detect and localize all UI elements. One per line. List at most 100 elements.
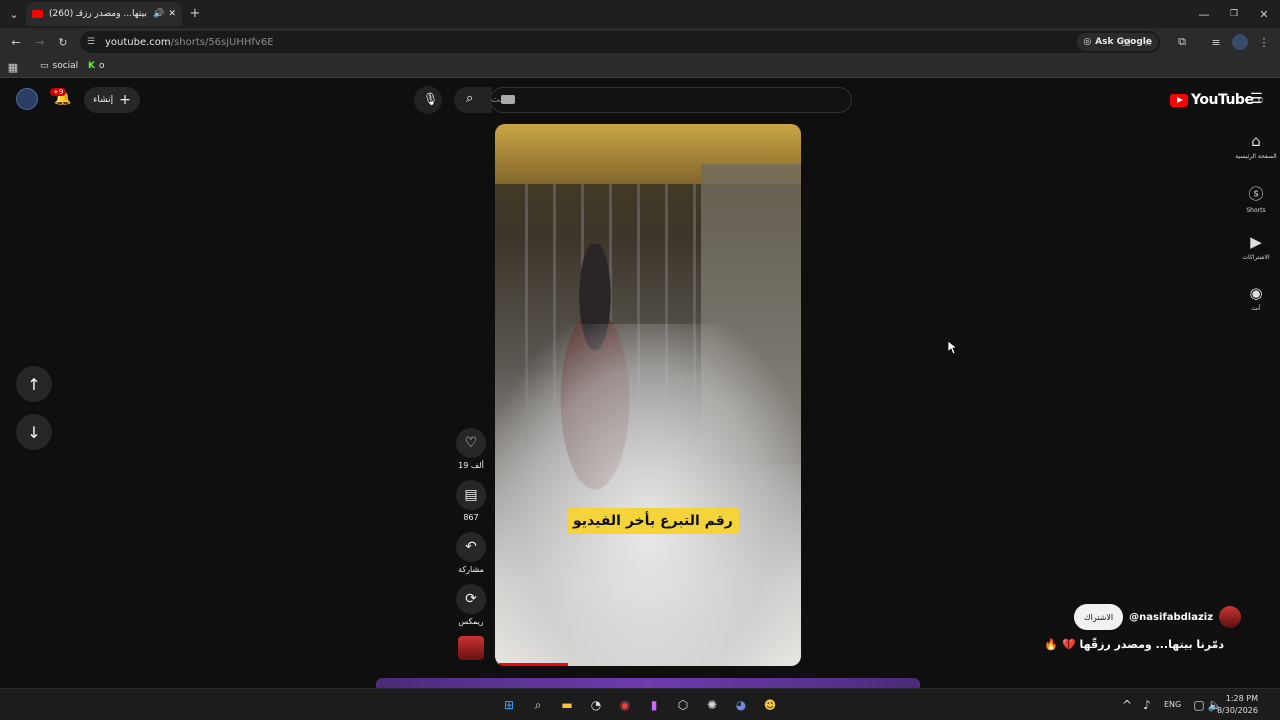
search-icon: ⌕ (466, 91, 474, 106)
next-short-button[interactable]: ↓ (16, 414, 52, 450)
clock-app-icon[interactable]: ◔ (587, 696, 605, 714)
microphone-icon: 🎙 (423, 92, 439, 106)
reload-icon[interactable]: ↻ (55, 34, 71, 50)
sound-avatar[interactable] (458, 636, 484, 660)
short-video-player[interactable]: رقم التبرع بأخر الفيديو (495, 124, 801, 666)
remix-label: ريمكس (458, 617, 484, 626)
chatgpt-icon[interactable]: ✺ (703, 696, 721, 714)
windows-taskbar: ⊞ ⌕ ▬ ◔ ◉ ▮ ⬡ ✺ ◕ ☻ ^ ♪ ENG ▢ 🔈 1:28 PM … (0, 688, 1280, 720)
folder-icon: ▭ (40, 61, 49, 71)
video-caption: رقم التبرع بأخر الفيديو (567, 508, 739, 534)
language-indicator[interactable]: ENG (1164, 700, 1181, 709)
tray-mic-icon[interactable]: ♪ (1138, 696, 1156, 714)
kick-icon: K (88, 61, 95, 71)
browser-menu-icon[interactable]: ⋮ (1258, 34, 1270, 50)
tab-close-icon[interactable]: ✕ (168, 9, 176, 19)
windows-start-icon[interactable]: ⊞ (500, 696, 518, 714)
media-control-icon[interactable]: ≡ (1208, 34, 1224, 50)
close-window-icon[interactable]: ✕ (1256, 6, 1272, 22)
bookmark-star-icon[interactable]: ☆ (1140, 34, 1156, 50)
minimize-icon[interactable]: — (1196, 6, 1212, 22)
tray-chevron-icon[interactable]: ^ (1118, 696, 1136, 714)
channel-handle[interactable]: @nasifabdlaziz (1129, 612, 1213, 623)
arrow-down-icon: ↓ (27, 422, 41, 442)
taskbar-clock[interactable]: 1:28 PM 8/30/2026 (1217, 693, 1258, 717)
bottom-overlay-bar (376, 678, 920, 688)
media-app-icon[interactable]: ▮ (645, 696, 663, 714)
voice-search-button[interactable]: 🎙 (414, 86, 442, 114)
tab-title: (260) دمّرنا بيتها... ومصدر رزقـ (49, 9, 149, 19)
site-info-icon[interactable]: ☰ (87, 37, 95, 47)
forward-icon[interactable]: → (32, 34, 48, 50)
speaker-icon: 🔊 (153, 9, 165, 19)
search-input[interactable]: بحث (490, 87, 852, 113)
browser-toolbar: ← → ↻ ☰ youtube.com/shorts/56sjUHHfv6E ◎… (0, 28, 1280, 56)
comment-count: 867 (463, 513, 479, 522)
address-bar[interactable]: ☰ youtube.com/shorts/56sjUHHfv6E (80, 31, 1160, 53)
chrome-icon[interactable]: ◉ (616, 696, 634, 714)
previous-short-button[interactable]: ↑ (16, 366, 52, 402)
shorts-icon: ⓢ (1248, 185, 1264, 203)
bookmark-social[interactable]: ▭ social (40, 61, 78, 71)
bookmarks-bar: ▦ ▭ social K o (0, 56, 1280, 78)
youtube-logo[interactable]: YouTube JO (1170, 92, 1263, 108)
youtube-play-icon (1170, 93, 1188, 107)
extensions-icon[interactable]: ⧉ (1174, 34, 1190, 50)
rail-item-you[interactable]: ◉ أنت (1232, 284, 1280, 312)
rail-label: الصفحة الرئيسية (1235, 153, 1277, 160)
search-button[interactable]: ⌕ (454, 87, 492, 113)
taskbar-search-icon[interactable]: ⌕ (529, 696, 547, 714)
browser-tab-active[interactable]: (260) دمّرنا بيتها... ومصدر رزقـ 🔊 ✕ (26, 2, 182, 26)
lens-icon: ◎ (1083, 37, 1092, 47)
bookmark-label: o (98, 61, 105, 71)
apps-grid-icon[interactable]: ▦ (6, 60, 20, 74)
account-circle-icon: ◉ (1249, 284, 1263, 302)
restore-icon[interactable]: ❐ (1226, 6, 1242, 22)
home-icon: ⌂ (1251, 132, 1261, 150)
browser-tab-bar: ⌄ (260) دمّرنا بيتها... ومصدر رزقـ 🔊 ✕ +… (0, 0, 1280, 28)
back-icon[interactable]: ← (8, 34, 24, 50)
notification-badge: +9 (50, 88, 67, 96)
remix-button[interactable]: ⟳ ريمكس (452, 584, 490, 626)
bookmark-label: social (52, 61, 79, 71)
short-title[interactable]: دمّرنا بيتها... ومصدر رزقّها 💔 🔥 (1044, 638, 1224, 651)
video-progress-bar[interactable] (499, 663, 568, 666)
new-tab-icon[interactable]: + (188, 6, 202, 21)
account-avatar[interactable] (16, 88, 38, 110)
tab-search-chevron-icon[interactable]: ⌄ (6, 6, 22, 22)
share-icon: ↶ (456, 532, 486, 562)
like-count: 19 ألف (458, 461, 484, 470)
youtube-logo-text: YouTube (1191, 92, 1254, 108)
hamburger-menu-icon[interactable]: ☰ (1250, 91, 1263, 107)
bookmark-o[interactable]: K o (88, 61, 105, 71)
share-label: مشاركة (458, 565, 484, 574)
clock-time: 1:28 PM (1225, 694, 1258, 703)
rail-item-shorts[interactable]: ⓢ Shorts (1232, 183, 1280, 214)
mouse-cursor-icon (948, 341, 958, 355)
remix-icon: ⟳ (456, 584, 486, 614)
url-path: /shorts/56sjUHHfv6E (170, 36, 274, 48)
clock-date: 8/30/2026 (1216, 706, 1258, 715)
discord-icon[interactable]: ◕ (732, 696, 750, 714)
heart-icon: ♡ (456, 428, 486, 458)
url-host: youtube.com (105, 36, 171, 48)
plus-icon: + (119, 92, 131, 108)
rail-item-subscriptions[interactable]: ▶ الاشتراكات (1232, 233, 1280, 261)
cube-app-icon[interactable]: ⬡ (674, 696, 692, 714)
profile-avatar[interactable] (1232, 34, 1248, 50)
create-button[interactable]: إنشاء + (84, 87, 140, 113)
channel-info: الاشتراك @nasifabdlaziz (1074, 604, 1242, 630)
rail-label: أنت (1251, 305, 1261, 312)
youtube-favicon-icon (32, 10, 43, 18)
rail-label: الاشتراكات (1242, 254, 1270, 261)
subscribe-button[interactable]: الاشتراك (1074, 604, 1124, 630)
comments-button[interactable]: ▤ 867 (452, 480, 490, 522)
share-button[interactable]: ↶ مشاركة (452, 532, 490, 574)
channel-avatar[interactable] (1219, 606, 1242, 628)
file-explorer-icon[interactable]: ▬ (558, 696, 576, 714)
rail-item-home[interactable]: ⌂ الصفحة الرئيسية (1232, 132, 1280, 160)
install-app-icon[interactable]: ⇲ (1118, 34, 1134, 50)
youtube-header: 🔔 +9 إنشاء + 🎙 ⌕ بحث YouTube JO ☰ (0, 80, 1280, 120)
like-button[interactable]: ♡ 19 ألف (452, 428, 490, 470)
game-app-icon[interactable]: ☻ (761, 696, 779, 714)
